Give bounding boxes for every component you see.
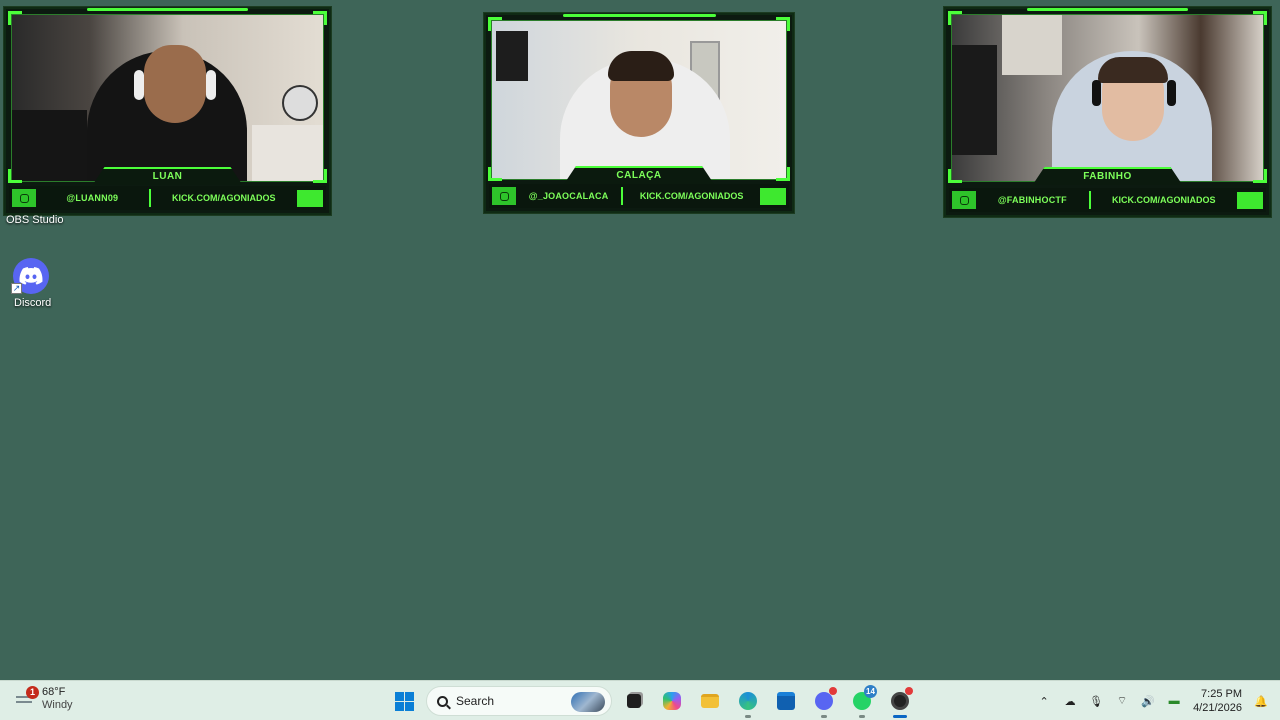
cam-channel-link: KICK.COM/AGONIADOS — [1112, 195, 1216, 205]
webcam-overlay-luan: LUAN @LUANN09 KICK.COM/AGONIADOS — [4, 7, 331, 215]
obs-taskbar-button[interactable] — [884, 685, 916, 718]
taskbar: 1 68°F Windy Search 14 ⌃ ☁ 🎙 ⌔ 🔊 ▬ 7:25 … — [0, 680, 1280, 720]
overlay-accent-block — [1237, 191, 1263, 209]
overlay-top-accent — [562, 14, 716, 17]
weather-alert-badge: 1 — [26, 686, 39, 699]
windows-logo-icon — [394, 691, 414, 711]
notification-bell-icon[interactable]: 🔔 — [1254, 694, 1268, 708]
instagram-icon — [492, 187, 516, 205]
webcam-video-fabinho — [951, 14, 1264, 182]
chevron-up-icon[interactable]: ⌃ — [1037, 694, 1051, 708]
webcam-video-luan — [11, 14, 324, 182]
microphone-icon[interactable]: 🎙 — [1089, 694, 1103, 708]
overlay-accent-block — [297, 189, 323, 207]
task-view-icon — [627, 694, 641, 708]
system-tray: ⌃ ☁ 🎙 ⌔ 🔊 ▬ 7:25 PM 4/21/2026 🔔 — [1037, 681, 1280, 720]
desktop-icon-discord-label[interactable]: Discord — [14, 297, 51, 309]
cam-name-label: CALAÇA — [564, 166, 714, 184]
overlay-top-accent — [1026, 8, 1189, 11]
instagram-icon — [12, 189, 36, 207]
webcam-overlay-fabinho: FABINHO @FABINHOCTF KICK.COM/AGONIADOS — [944, 7, 1271, 217]
task-view-button[interactable] — [618, 685, 650, 717]
overlay-top-accent — [86, 8, 249, 11]
cam-name-label: LUAN — [92, 167, 243, 185]
taskbar-apps: Search 14 — [388, 685, 916, 718]
cam-handle: @FABINHOCTF — [997, 195, 1067, 205]
cam-channel-link: KICK.COM/AGONIADOS — [639, 191, 744, 201]
copilot-icon — [663, 692, 681, 710]
taskbar-search[interactable]: Search — [426, 686, 612, 716]
clock-date: 4/21/2026 — [1193, 702, 1242, 714]
copilot-button[interactable] — [656, 685, 688, 717]
desktop-icon-obs-label[interactable]: OBS Studio — [6, 214, 63, 226]
obs-icon — [891, 692, 909, 710]
file-explorer-button[interactable] — [694, 685, 726, 717]
discord-icon — [815, 692, 833, 710]
cam-handle: @LUANN09 — [66, 193, 119, 203]
overlay-accent-block — [760, 187, 786, 205]
cam-info-bar: @FABINHOCTF KICK.COM/AGONIADOS — [949, 188, 1266, 212]
instagram-icon — [952, 191, 976, 209]
cam-info-bar: @_JOAOCALACA KICK.COM/AGONIADOS — [489, 184, 789, 208]
webcam-video-calaca — [491, 20, 787, 180]
cam-name-label: FABINHO — [1032, 167, 1183, 185]
weather-temp: 68°F — [42, 686, 66, 698]
start-button[interactable] — [388, 685, 420, 717]
wind-icon: 1 — [14, 686, 39, 710]
search-icon — [437, 695, 448, 707]
wifi-icon[interactable]: ⌔ — [1115, 694, 1129, 708]
clock-time: 7:25 PM — [1201, 688, 1242, 700]
clock[interactable]: 7:25 PM 4/21/2026 — [1193, 687, 1242, 715]
speaker-icon[interactable]: 🔊 — [1141, 694, 1155, 708]
onedrive-icon[interactable]: ☁ — [1063, 694, 1077, 708]
whatsapp-button[interactable]: 14 — [846, 685, 878, 718]
weather-condition: Windy — [42, 699, 73, 711]
obs-recording-dot — [905, 687, 913, 695]
cam-channel-link: KICK.COM/AGONIADOS — [172, 193, 276, 203]
discord-notification-dot — [829, 687, 837, 695]
store-icon — [777, 692, 795, 710]
folder-icon — [701, 694, 719, 708]
shortcut-arrow-icon: ↗ — [11, 283, 22, 294]
discord-taskbar-button[interactable] — [808, 685, 840, 718]
search-highlight-image — [571, 692, 605, 712]
webcam-overlay-calaca: CALAÇA @_JOAOCALACA KICK.COM/AGONIADOS — [484, 13, 794, 213]
search-label: Search — [456, 694, 495, 708]
store-button[interactable] — [770, 685, 802, 717]
edge-button[interactable] — [732, 685, 764, 718]
cam-handle: @_JOAOCALACA — [528, 191, 609, 201]
edge-icon — [739, 692, 757, 710]
battery-icon[interactable]: ▬ — [1167, 694, 1181, 708]
weather-widget[interactable]: 1 68°F Windy — [14, 686, 73, 712]
whatsapp-badge: 14 — [864, 685, 877, 698]
cam-info-bar: @LUANN09 KICK.COM/AGONIADOS — [9, 186, 326, 210]
